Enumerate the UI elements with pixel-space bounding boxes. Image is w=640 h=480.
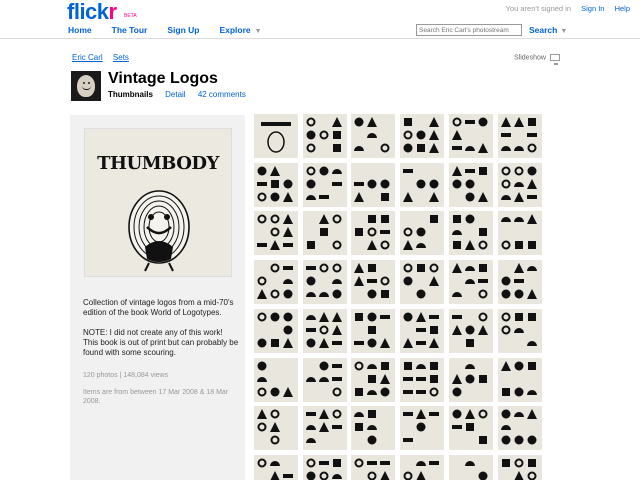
photo-thumbnail[interactable] bbox=[303, 211, 347, 255]
slideshow-label: Slideshow bbox=[514, 54, 546, 62]
photo-thumbnail[interactable] bbox=[449, 455, 493, 480]
nav-explore-menu[interactable]: Explore ▼ bbox=[219, 25, 261, 35]
photo-thumbnail[interactable] bbox=[303, 406, 347, 450]
cover-photo[interactable]: THUMBODY bbox=[84, 128, 232, 277]
account-links: You aren't signed in Sign In Help bbox=[506, 4, 630, 13]
photo-thumbnail[interactable] bbox=[498, 114, 542, 158]
photo-thumbnail[interactable] bbox=[449, 358, 493, 402]
sign-in-link[interactable]: Sign In bbox=[581, 4, 604, 13]
nav-sign-up[interactable]: Sign Up bbox=[167, 25, 199, 35]
photo-thumbnail[interactable] bbox=[400, 358, 444, 402]
photo-thumbnail[interactable] bbox=[303, 114, 347, 158]
main-nav: Home The Tour Sign Up Explore▼ Search▼ bbox=[0, 22, 640, 39]
slideshow-icon bbox=[549, 54, 560, 65]
photo-thumbnail[interactable] bbox=[400, 114, 444, 158]
breadcrumb-owner-link[interactable]: Eric Carl bbox=[72, 53, 103, 62]
photo-thumbnail[interactable] bbox=[498, 455, 542, 480]
nav-the-tour[interactable]: The Tour bbox=[112, 25, 148, 35]
photo-thumbnail[interactable] bbox=[303, 163, 347, 207]
photo-thumbnail[interactable] bbox=[498, 406, 542, 450]
photo-thumbnail[interactable] bbox=[400, 211, 444, 255]
signed-out-status: You aren't signed in bbox=[505, 4, 572, 13]
photo-thumbnail[interactable] bbox=[449, 211, 493, 255]
set-thumbnail[interactable] bbox=[71, 71, 101, 101]
flickr-logo[interactable]: flickr BETA bbox=[67, 0, 137, 24]
photo-thumbnail[interactable] bbox=[351, 163, 395, 207]
tab-thumbnails: Thumbnails bbox=[108, 90, 153, 99]
page-title: Vintage Logos bbox=[108, 70, 218, 87]
slideshow-button[interactable]: Slideshow bbox=[514, 54, 560, 65]
nav-home[interactable]: Home bbox=[68, 25, 92, 35]
photo-thumbnail[interactable] bbox=[254, 163, 298, 207]
photo-thumbnail[interactable] bbox=[449, 406, 493, 450]
photo-thumbnail[interactable] bbox=[351, 309, 395, 353]
set-description: Collection of vintage logos from a mid-7… bbox=[83, 298, 239, 367]
photo-thumbnail[interactable] bbox=[400, 260, 444, 304]
thumbnail-grid bbox=[254, 114, 546, 480]
photo-thumbnail[interactable] bbox=[254, 260, 298, 304]
search-button[interactable]: Search ▼ bbox=[529, 25, 567, 35]
photo-thumbnail[interactable] bbox=[498, 211, 542, 255]
photo-view-count: 120 photos | 148,084 views bbox=[83, 372, 169, 379]
comments-link[interactable]: 42 comments bbox=[198, 90, 246, 99]
photo-thumbnail[interactable] bbox=[400, 406, 444, 450]
photo-thumbnail[interactable] bbox=[498, 163, 542, 207]
search-input[interactable] bbox=[416, 24, 522, 36]
photo-thumbnail[interactable] bbox=[400, 455, 444, 480]
photo-thumbnail[interactable] bbox=[498, 309, 542, 353]
description-note: NOTE: I did not create any of this work!… bbox=[83, 327, 239, 358]
chevron-down-icon[interactable]: ▼ bbox=[255, 28, 262, 35]
logo-flick-text: flick bbox=[67, 0, 109, 24]
photo-thumbnail[interactable] bbox=[449, 114, 493, 158]
photo-thumbnail[interactable] bbox=[254, 358, 298, 402]
nav-explore[interactable]: Explore bbox=[219, 25, 250, 35]
photo-thumbnail[interactable] bbox=[449, 309, 493, 353]
photo-thumbnail[interactable] bbox=[303, 455, 347, 480]
photo-thumbnail[interactable] bbox=[351, 455, 395, 480]
set-sidebar: THUMBODY Collection of vintage logos fro… bbox=[70, 115, 245, 480]
photo-thumbnail[interactable] bbox=[254, 114, 298, 158]
photo-thumbnail[interactable] bbox=[498, 260, 542, 304]
set-stats: 120 photos | 148,084 views Items are fro… bbox=[83, 371, 239, 414]
chevron-down-icon[interactable]: ▼ bbox=[560, 28, 567, 35]
photo-thumbnail[interactable] bbox=[351, 406, 395, 450]
photo-thumbnail[interactable] bbox=[400, 163, 444, 207]
photo-thumbnail[interactable] bbox=[254, 455, 298, 480]
logo-r-text: r bbox=[108, 0, 118, 24]
photo-thumbnail[interactable] bbox=[303, 358, 347, 402]
set-view-tabs: Thumbnails Detail 42 comments bbox=[108, 90, 256, 99]
top-bar: flickr BETA You aren't signed in Sign In… bbox=[0, 0, 640, 24]
photo-thumbnail[interactable] bbox=[449, 260, 493, 304]
photo-thumbnail[interactable] bbox=[351, 260, 395, 304]
thumbprint-mascot-illustration bbox=[128, 190, 190, 272]
photo-thumbnail[interactable] bbox=[254, 406, 298, 450]
date-range: Items are from between 17 Mar 2008 & 18 … bbox=[83, 388, 229, 406]
tab-detail[interactable]: Detail bbox=[165, 90, 185, 99]
photo-thumbnail[interactable] bbox=[351, 211, 395, 255]
photo-thumbnail[interactable] bbox=[449, 163, 493, 207]
photo-thumbnail[interactable] bbox=[351, 114, 395, 158]
description-paragraph: Collection of vintage logos from a mid-7… bbox=[83, 298, 234, 318]
photo-thumbnail[interactable] bbox=[351, 358, 395, 402]
photo-thumbnail[interactable] bbox=[303, 309, 347, 353]
help-link[interactable]: Help bbox=[615, 4, 630, 13]
photo-thumbnail[interactable] bbox=[400, 309, 444, 353]
photo-thumbnail[interactable] bbox=[254, 309, 298, 353]
photo-thumbnail[interactable] bbox=[303, 260, 347, 304]
breadcrumb-sets-link[interactable]: Sets bbox=[113, 53, 129, 62]
photo-thumbnail[interactable] bbox=[254, 211, 298, 255]
breadcrumb: Eric Carl Sets bbox=[72, 53, 137, 62]
search-button-label: Search bbox=[529, 25, 558, 35]
photo-thumbnail[interactable] bbox=[498, 358, 542, 402]
